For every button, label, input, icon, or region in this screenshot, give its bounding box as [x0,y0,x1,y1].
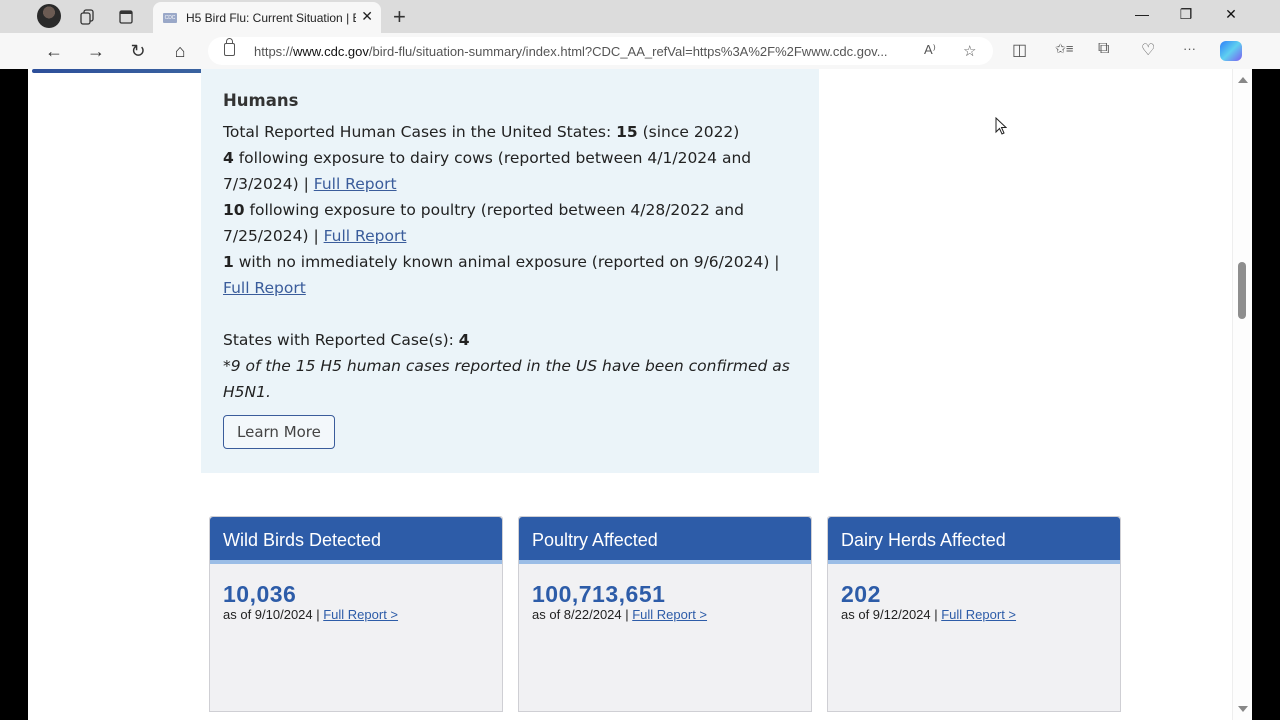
mouse-pointer-icon [995,116,1008,140]
card-meta: as of 9/12/2024 | Full Report > [841,607,1017,622]
dairy-full-report-link[interactable]: Full Report [314,175,397,193]
forward-button[interactable]: → [85,40,107,62]
humans-heading: Humans [223,91,299,110]
states-value: 4 [458,331,470,349]
restore-button[interactable]: ❐ [1176,6,1196,23]
back-button[interactable]: ← [43,40,65,62]
browser-title-bar: CDC H5 Bird Flu: Current Situation | Bir… [0,0,1280,33]
collections-icon[interactable]: ⧉ [1098,40,1109,58]
dairy-herds-full-report-link[interactable]: Full Report > [941,607,1016,622]
tab-actions-icon[interactable] [115,6,137,28]
unknown-full-report-link[interactable]: Full Report [223,279,306,297]
card-title: Dairy Herds Affected [828,517,1120,564]
poultry-full-report-link[interactable]: Full Report [324,227,407,245]
read-aloud-icon[interactable]: A⁾ [924,42,936,58]
url-text[interactable]: https://www.cdc.gov/bird-flu/situation-s… [254,44,888,59]
favorite-star-icon[interactable]: ☆ [963,42,976,60]
active-tab[interactable]: CDC H5 Bird Flu: Current Situation | Bir… [153,2,381,33]
states-line: States with Reported Case(s): 4 [223,331,470,349]
unknown-exposure-line: 1 with no immediately known animal expos… [223,253,780,297]
wild-birds-card: Wild Birds Detected 10,036 as of 9/10/20… [209,516,503,712]
scrollbar-thumb[interactable] [1238,262,1246,319]
card-title: Wild Birds Detected [210,517,502,564]
card-meta: as of 9/10/2024 | Full Report > [223,607,399,622]
address-bar[interactable]: https://www.cdc.gov/bird-flu/situation-s… [208,37,993,65]
total-cases-line: Total Reported Human Cases in the United… [223,123,740,141]
workspaces-icon[interactable] [76,6,98,28]
favorites-icon[interactable]: ✩≡ [1055,41,1073,57]
card-meta: as of 8/22/2024 | Full Report > [532,607,708,622]
scroll-down-arrow-icon[interactable] [1238,706,1248,712]
split-screen-icon[interactable]: ◫ [1012,40,1027,60]
card-title: Poultry Affected [519,517,811,564]
copilot-icon[interactable] [1220,41,1242,61]
new-tab-button[interactable]: + [393,4,406,30]
home-button[interactable]: ⌂ [169,40,191,62]
minimize-button[interactable]: — [1132,6,1152,22]
more-menu-icon[interactable]: ··· [1183,41,1196,56]
poultry-card: Poultry Affected 100,713,651 as of 8/22/… [518,516,812,712]
lock-icon[interactable] [224,38,235,56]
browser-essentials-icon[interactable]: ♡ [1141,40,1155,60]
close-window-button[interactable]: ✕ [1221,6,1241,23]
close-tab-icon[interactable]: ✕ [361,8,373,25]
card-value: 10,036 [223,581,297,607]
page-viewport: Humans Total Reported Human Cases in the… [28,69,1252,720]
h5n1-note: *9 of the 15 H5 human cases reported in … [223,357,790,401]
poultry-cases-line: 10 following exposure to poultry (report… [223,201,744,245]
total-cases-value: 15 [616,123,638,141]
learn-more-button[interactable]: Learn More [223,415,335,449]
reload-button[interactable]: ↻ [127,40,149,62]
tab-title: H5 Bird Flu: Current Situation | Bir [186,10,356,25]
humans-summary-box: Humans Total Reported Human Cases in the… [201,69,819,473]
profile-avatar[interactable] [37,4,61,28]
dairy-cases-line: 4 following exposure to dairy cows (repo… [223,149,752,193]
card-value: 202 [841,581,881,607]
cdc-favicon-icon: CDC [163,12,177,23]
poultry-card-full-report-link[interactable]: Full Report > [632,607,707,622]
dairy-herds-card: Dairy Herds Affected 202 as of 9/12/2024… [827,516,1121,712]
scroll-up-arrow-icon[interactable] [1238,77,1248,83]
page-scrollbar[interactable] [1232,69,1252,720]
wild-birds-full-report-link[interactable]: Full Report > [323,607,398,622]
card-value: 100,713,651 [532,581,666,607]
browser-nav-bar: ← → ↻ ⌂ https://www.cdc.gov/bird-flu/sit… [0,33,1280,69]
